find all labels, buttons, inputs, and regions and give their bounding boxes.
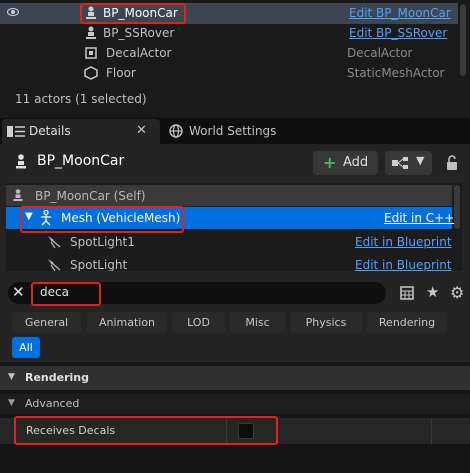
decal-actor-icon xyxy=(85,47,97,59)
globe-icon xyxy=(169,124,183,138)
filter-label: LOD xyxy=(187,316,210,329)
blueprint-icon xyxy=(392,157,408,169)
actor-icon xyxy=(16,154,26,169)
static-mesh-icon xyxy=(84,66,98,80)
filter-all[interactable]: All xyxy=(12,337,40,358)
outliner-row-bp-ssrover[interactable]: BP_SSRover Edit BP_SSRover xyxy=(0,23,458,44)
clear-search-icon[interactable]: ✕ xyxy=(12,283,25,301)
tab-world-settings[interactable]: World Settings xyxy=(162,119,302,144)
add-component-button[interactable]: + Add xyxy=(313,151,378,175)
spotlight-icon xyxy=(48,236,61,249)
outliner-type-link[interactable]: Edit BP_SSRover xyxy=(349,26,447,40)
spotlight-icon xyxy=(48,259,61,271)
component-label: SpotLight xyxy=(70,258,128,271)
component-row-self[interactable]: BP_MoonCar (Self) xyxy=(6,185,452,206)
component-row-spotlight[interactable]: SpotLight Edit in Blueprint xyxy=(6,254,452,271)
add-button-label: Add xyxy=(343,155,369,170)
filter-general[interactable]: General xyxy=(12,312,81,333)
outliner-name: Floor xyxy=(106,66,136,80)
eye-pupil-icon xyxy=(11,10,15,14)
outliner-type-link[interactable]: Edit BP_MoonCar xyxy=(349,6,451,20)
close-tab-icon[interactable]: ✕ xyxy=(136,123,147,138)
details-tab-icon xyxy=(7,126,25,137)
tab-world-settings-label: World Settings xyxy=(189,124,277,138)
outliner-row-decalactor[interactable]: DecalActor DecalActor xyxy=(0,43,458,64)
outliner-scrollbar[interactable] xyxy=(460,4,466,76)
outliner-row-bp-mooncar[interactable]: BP_MoonCar Edit BP_MoonCar xyxy=(0,3,458,24)
outliner-row-floor[interactable]: Floor StaticMeshActor xyxy=(0,63,458,84)
filter-label: Rendering xyxy=(378,316,436,329)
filter-animation[interactable]: Animation xyxy=(87,312,167,333)
filter-label: Physics xyxy=(305,316,347,329)
chevron-down-icon: ▼ xyxy=(416,154,425,167)
tab-details[interactable]: Details ✕ xyxy=(2,119,160,144)
filter-lod[interactable]: LOD xyxy=(172,312,225,333)
filter-rendering[interactable]: Rendering xyxy=(367,312,447,333)
blueprint-options-button[interactable]: ▼ xyxy=(385,151,432,175)
actor-name-title: BP_MoonCar xyxy=(37,153,125,169)
edit-in-blueprint-link[interactable]: Edit in Blueprint xyxy=(355,235,452,249)
collapse-arrow-icon[interactable]: ▼ xyxy=(8,372,15,382)
subsection-title: Advanced xyxy=(25,397,80,410)
highlight-box xyxy=(14,416,278,445)
component-label: SpotLight1 xyxy=(70,235,135,249)
edit-in-blueprint-link[interactable]: Edit in Blueprint xyxy=(355,258,452,271)
outliner-name: DecalActor xyxy=(106,46,172,60)
highlight-box xyxy=(31,282,101,306)
component-row-spotlight1[interactable]: SpotLight1 Edit in Blueprint xyxy=(6,231,452,252)
component-tree-scrollbar[interactable] xyxy=(454,185,460,229)
property-matrix-icon[interactable] xyxy=(400,286,414,300)
filter-label: All xyxy=(19,341,33,354)
highlight-box xyxy=(20,206,184,233)
lock-icon[interactable] xyxy=(445,155,459,171)
filter-misc[interactable]: Misc xyxy=(230,312,285,333)
outliner-type: DecalActor xyxy=(347,46,413,60)
section-title: Rendering xyxy=(25,371,89,384)
filter-label: General xyxy=(24,316,69,329)
highlight-box xyxy=(80,3,186,24)
favorites-star-icon[interactable]: ★ xyxy=(426,283,439,301)
component-label: BP_MoonCar (Self) xyxy=(35,189,146,203)
subsection-advanced[interactable]: ▼ Advanced xyxy=(0,394,470,414)
collapse-arrow-icon[interactable]: ▼ xyxy=(8,398,15,408)
column-divider xyxy=(431,418,432,444)
tab-details-label: Details xyxy=(29,124,71,138)
settings-gear-icon[interactable]: ⚙ xyxy=(450,283,464,302)
outliner-type: StaticMeshActor xyxy=(347,66,445,80)
actor-icon xyxy=(86,26,96,39)
actor-icon xyxy=(13,189,23,201)
edit-in-cpp-link[interactable]: Edit in C++ xyxy=(384,211,454,225)
plus-icon: + xyxy=(323,153,337,172)
filter-physics[interactable]: Physics xyxy=(290,312,362,333)
outliner-status: 11 actors (1 selected) xyxy=(15,92,147,106)
section-header-rendering[interactable]: ▼ Rendering xyxy=(0,366,470,390)
filter-label: Animation xyxy=(98,316,156,329)
outliner-name: BP_SSRover xyxy=(103,26,175,40)
filter-label: Misc xyxy=(245,316,270,329)
